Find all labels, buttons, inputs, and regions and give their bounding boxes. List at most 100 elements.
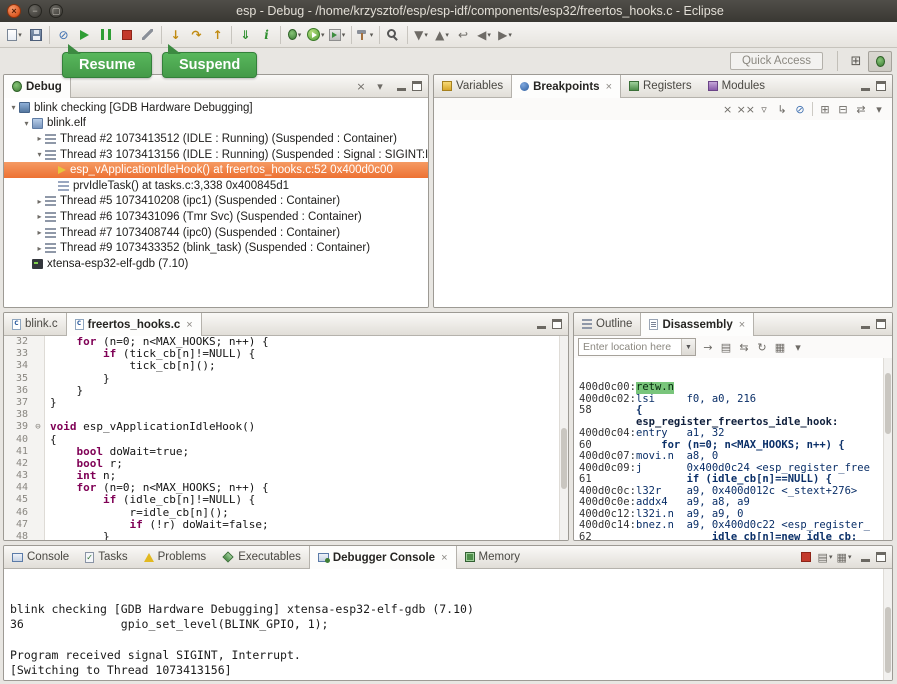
line-number[interactable]: 39	[4, 421, 32, 433]
terminate-console-button[interactable]	[797, 548, 815, 566]
dropdown-arrow-icon[interactable]: ▾	[370, 31, 374, 39]
close-tab-icon[interactable]: ×	[186, 319, 192, 331]
tree-expand-icon[interactable]: ▸	[34, 244, 45, 253]
go-to-file-for-breakpoint-button[interactable]: ↳	[773, 100, 791, 118]
line-number[interactable]: 32	[4, 336, 32, 348]
tab-memory[interactable]: Memory	[457, 546, 529, 568]
dropdown-arrow-icon[interactable]: ▾	[445, 31, 449, 39]
dropdown-arrow-icon[interactable]: ▾	[848, 553, 852, 561]
link-with-debug-view-button[interactable]: ⇄	[852, 100, 870, 118]
resume-button[interactable]	[74, 24, 95, 46]
dropdown-arrow-icon[interactable]: ▾	[424, 31, 428, 39]
disassembly-scrollbar-thumb[interactable]	[885, 373, 891, 435]
skip-all-breakpoints-button[interactable]: ⊘	[791, 100, 809, 118]
forward-button[interactable]: ▶▾	[495, 24, 516, 46]
back-button[interactable]: ◀▾	[474, 24, 495, 46]
line-number[interactable]: 43	[4, 470, 32, 482]
code-editor-area[interactable]: 32 for (n=0; n<MAX_HOOKS; n++) {33 if (t…	[4, 336, 568, 540]
maximize-view-icon[interactable]	[876, 552, 886, 562]
refresh-view-button[interactable]: ↻	[753, 338, 771, 356]
tab-variables[interactable]: Variables	[434, 75, 511, 97]
dropdown-arrow-icon[interactable]: ▾	[829, 553, 833, 561]
line-number[interactable]: 34	[4, 360, 32, 372]
line-number[interactable]: 36	[4, 385, 32, 397]
maximize-view-icon[interactable]	[412, 81, 422, 91]
tree-expand-icon[interactable]: ▸	[34, 212, 45, 221]
minimize-view-icon[interactable]	[861, 559, 870, 562]
breakpoints-empty-area[interactable]	[434, 120, 892, 307]
debug-button[interactable]: ▾	[284, 24, 305, 46]
close-tab-icon[interactable]: ×	[739, 319, 745, 331]
line-number[interactable]: 42	[4, 458, 32, 470]
tab-console[interactable]: Console	[4, 546, 77, 568]
tab-problems[interactable]: Problems	[136, 546, 215, 568]
tree-expand-icon[interactable]: ▾	[34, 150, 45, 159]
window-close-button[interactable]: ×	[7, 4, 21, 18]
tree-expand-icon[interactable]: ▸	[34, 134, 45, 143]
show-source-button[interactable]: ▤	[717, 338, 735, 356]
tab-disassembly[interactable]: Disassembly×	[640, 313, 754, 336]
debug-tree-item[interactable]: ▸Thread #5 1073410208 (ipc1) (Suspended …	[4, 194, 428, 210]
line-number[interactable]: 47	[4, 519, 32, 531]
line-number[interactable]: 45	[4, 494, 32, 506]
step-into-button[interactable]: ↓	[165, 24, 186, 46]
close-tab-icon[interactable]: ×	[606, 81, 612, 93]
maximize-view-icon[interactable]	[876, 81, 886, 91]
dropdown-arrow-icon[interactable]: ▾	[487, 31, 491, 39]
enter-location-combo[interactable]: Enter location here ▼	[578, 338, 696, 356]
quick-access-field[interactable]: Quick Access	[730, 52, 823, 70]
debug-tree-item[interactable]: xtensa-esp32-elf-gdb (7.10)	[4, 256, 428, 272]
editor-scrollbar[interactable]	[559, 336, 568, 540]
disassembly-scrollbar[interactable]	[883, 358, 892, 540]
show-breakpoints-supported-button[interactable]: ▿	[755, 100, 773, 118]
line-number[interactable]: 35	[4, 373, 32, 385]
sync-with-active-context-button[interactable]: ⇆	[735, 338, 753, 356]
debug-tree-item[interactable]: prvIdleTask() at tasks.c:3,338 0x400845d…	[4, 178, 428, 194]
line-number[interactable]: 44	[4, 482, 32, 494]
minimize-view-icon[interactable]	[537, 326, 546, 329]
debug-tree-item[interactable]: ▸Thread #6 1073431096 (Tmr Svc) (Suspend…	[4, 209, 428, 225]
tree-expand-icon[interactable]: ▸	[34, 197, 45, 206]
line-number[interactable]: 38	[4, 409, 32, 421]
remove-all-terminated-button[interactable]: ×	[352, 77, 370, 95]
console-scrollbar[interactable]	[883, 569, 892, 680]
tab-freertos-hooks-c[interactable]: freertos_hooks.c×	[66, 313, 202, 336]
step-return-button[interactable]: ↑	[207, 24, 228, 46]
tab-outline[interactable]: Outline	[574, 313, 640, 335]
tab-executables[interactable]: Executables	[214, 546, 309, 568]
navigate-to-address-button[interactable]: →	[699, 338, 717, 356]
tab-debug[interactable]: Debug	[4, 75, 71, 98]
minimize-view-icon[interactable]	[397, 88, 406, 91]
run-button[interactable]: ▾	[305, 24, 327, 46]
search-button[interactable]	[383, 24, 404, 46]
line-number[interactable]: 46	[4, 507, 32, 519]
minimize-view-icon[interactable]	[861, 88, 870, 91]
next-annotation-button[interactable]: ▼▾	[411, 24, 432, 46]
line-number[interactable]: 48	[4, 531, 32, 540]
step-over-button[interactable]: ↷	[186, 24, 207, 46]
suspend-button[interactable]	[95, 24, 116, 46]
location-dropdown-icon[interactable]: ▼	[681, 339, 695, 355]
open-console-button[interactable]: ▦▾	[835, 548, 853, 566]
tree-expand-icon[interactable]: ▸	[34, 228, 45, 237]
minimize-view-icon[interactable]	[861, 326, 870, 329]
dropdown-arrow-icon[interactable]: ▾	[342, 31, 346, 39]
show-opcodes-button[interactable]: ▦	[771, 338, 789, 356]
skip-all-breakpoints-button[interactable]: ⊘	[53, 24, 74, 46]
display-selected-console-button[interactable]: ▤▾	[816, 548, 834, 566]
drop-to-frame-button[interactable]: ⇓	[235, 24, 256, 46]
tab-debugger-console[interactable]: Debugger Console×	[309, 546, 457, 569]
editor-scrollbar-thumb[interactable]	[561, 428, 567, 489]
remove-selected-breakpoints-button[interactable]: ×	[719, 100, 737, 118]
debug-perspective-button[interactable]	[868, 51, 892, 72]
tree-expand-icon[interactable]: ▾	[8, 103, 19, 112]
debug-tree-item[interactable]: ▾blink checking [GDB Hardware Debugging]	[4, 100, 428, 116]
debug-tree-item[interactable]: esp_vApplicationIdleHook() at freertos_h…	[4, 162, 428, 178]
line-number[interactable]: 37	[4, 397, 32, 409]
view-menu-button[interactable]: ▾	[870, 100, 888, 118]
build-button[interactable]: ▾	[355, 24, 376, 46]
maximize-view-icon[interactable]	[876, 319, 886, 329]
console-scrollbar-thumb[interactable]	[885, 607, 891, 674]
terminate-button[interactable]	[116, 24, 137, 46]
debug-launch-tree[interactable]: ▾blink checking [GDB Hardware Debugging]…	[4, 98, 428, 307]
